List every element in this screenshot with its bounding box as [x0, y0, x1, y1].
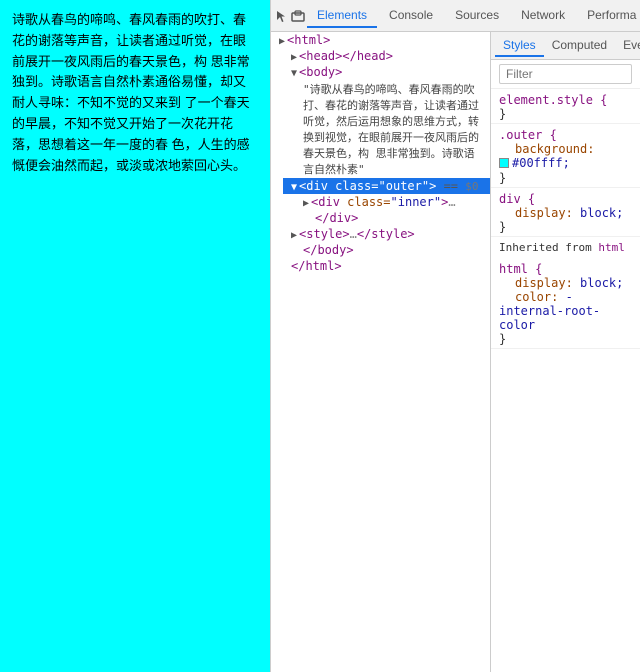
rule-close-brace: } — [499, 107, 506, 121]
prop-html-display: display: block; — [515, 276, 623, 290]
prop-name-html-color: color: — [515, 290, 558, 304]
elem-head[interactable]: ▶<head></head> — [283, 48, 490, 64]
expand-style-icon[interactable]: ▶ — [291, 230, 297, 241]
rule-html-inherited: html { display: block; color: -internal-… — [491, 258, 640, 349]
tab-elements[interactable]: Elements — [307, 4, 377, 28]
color-value: #00ffff; — [512, 156, 570, 170]
elem-div-close: </div> — [295, 210, 490, 226]
rule-outer-close: } — [499, 171, 506, 185]
color-swatch-cyan[interactable] — [499, 158, 509, 168]
elem-html[interactable]: ▶<html> — [271, 32, 490, 48]
elem-div-outer[interactable]: ▼<div class="outer"> == $0 — [283, 178, 490, 194]
cursor-icon[interactable] — [275, 4, 289, 28]
tab-console[interactable]: Console — [379, 4, 443, 28]
selector-outer: .outer { — [499, 128, 557, 142]
value-display: block; — [580, 206, 623, 220]
rule-outer: .outer { background: #00ffff; } — [491, 124, 640, 188]
expand-outer-icon[interactable]: ▼ — [291, 182, 297, 193]
expand-html-icon[interactable]: ▶ — [279, 36, 285, 47]
devtools-panel: Elements Console Sources Network Perform… — [270, 0, 640, 672]
selector-html: html { — [499, 262, 542, 276]
filter-input[interactable] — [499, 64, 632, 84]
tab-performance[interactable]: Performa — [577, 4, 640, 28]
filter-bar — [491, 60, 640, 89]
styles-panel: element.style { } .outer { background: #… — [491, 89, 640, 672]
elem-body[interactable]: ▼<body> — [283, 64, 490, 80]
devtools-topbar: Elements Console Sources Network Perform… — [271, 0, 640, 32]
elem-body-close: </body> — [283, 242, 490, 258]
elem-text-node: "诗歌从春鸟的啼鸣、春风春雨的吹打、春花的谢落等声音，让读者通过听觉，然后运用想… — [295, 80, 490, 178]
tab-sources[interactable]: Sources — [445, 4, 509, 28]
styles-section: Styles Computed Event Listene element.st… — [491, 32, 640, 672]
prop-name-html-display: display: — [515, 276, 573, 290]
subtab-styles[interactable]: Styles — [495, 35, 544, 57]
inherited-label: Inherited from — [499, 241, 598, 254]
prop-background: background: #00ffff; — [499, 142, 594, 171]
inherited-tag: html — [598, 241, 625, 254]
elem-html-close: </html> — [271, 258, 490, 274]
elem-style[interactable]: ▶<style>…</style> — [283, 226, 490, 242]
subtab-event-listeners[interactable]: Event Listene — [615, 35, 640, 57]
tab-network[interactable]: Network — [511, 4, 575, 28]
rule-div: div { display: block; } — [491, 188, 640, 237]
value-background: #00ffff; — [499, 156, 570, 170]
box-icon[interactable] — [291, 4, 305, 28]
expand-body-icon[interactable]: ▼ — [291, 68, 297, 79]
prop-name-display: display: — [515, 206, 573, 220]
selector-div: div { — [499, 192, 535, 206]
prop-html-color: color: -internal-root-color — [499, 290, 600, 332]
devtools-bottom: ▶<html> ▶<head></head> ▼<body> "诗歌从春鸟的啼鸣… — [271, 32, 640, 672]
inherited-header: Inherited from html — [491, 237, 640, 258]
selector-element-style: element.style { — [499, 93, 607, 107]
rule-div-close: } — [499, 220, 506, 234]
styles-subtabs: Styles Computed Event Listene — [491, 32, 640, 60]
webpage-text: 诗歌从春鸟的啼鸣、春风春雨的吹打、春花的谢落等声音，让读者通过听觉，在眼前展开一… — [12, 10, 258, 176]
value-html-display: block; — [580, 276, 623, 290]
expand-head-icon[interactable]: ▶ — [291, 52, 297, 63]
elements-section: ▶<html> ▶<head></head> ▼<body> "诗歌从春鸟的啼鸣… — [271, 32, 491, 672]
expand-inner-icon[interactable]: ▶ — [303, 198, 309, 209]
webpage-content: 诗歌从春鸟的啼鸣、春风春雨的吹打、春花的谢落等声音，让读者通过听觉，在眼前展开一… — [0, 0, 270, 672]
subtab-computed[interactable]: Computed — [544, 35, 615, 57]
prop-display: display: block; — [515, 206, 623, 220]
prop-name-background: background: — [515, 142, 594, 156]
rule-html-close: } — [499, 332, 506, 346]
elem-div-inner[interactable]: ▶<div class="inner">… — [295, 194, 490, 210]
rule-element-style: element.style { } — [491, 89, 640, 124]
